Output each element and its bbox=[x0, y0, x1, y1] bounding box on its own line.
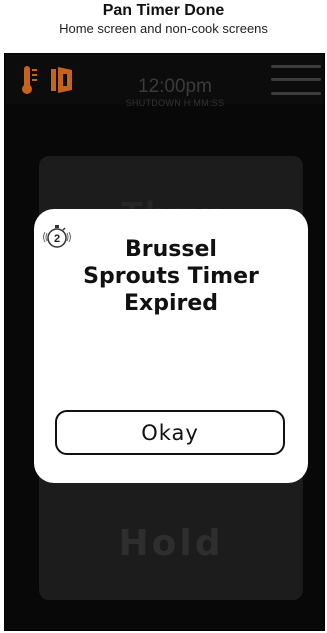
door-icon[interactable] bbox=[51, 65, 77, 95]
caption-subtitle: Home screen and non-cook screens bbox=[59, 21, 268, 36]
caption-title: Pan Timer Done bbox=[102, 2, 225, 19]
message-line-3: Expired bbox=[123, 291, 219, 316]
clock-time: 12:00pm bbox=[138, 76, 212, 97]
hold-button-label: Hold bbox=[118, 523, 224, 564]
thermometer-icon[interactable] bbox=[21, 65, 45, 95]
status-bar: 12:00pm SHUTDOWN H:MM:SS bbox=[5, 54, 324, 108]
okay-button[interactable]: Okay bbox=[55, 410, 285, 455]
message-line-1: Brussel bbox=[125, 237, 217, 262]
timer-number: 2 bbox=[54, 233, 60, 245]
stopwatch-icon: 2 bbox=[43, 225, 71, 248]
shutdown-timer: SHUTDOWN H:MM:SS bbox=[125, 98, 225, 108]
message-line-2: Sprouts Timer bbox=[83, 264, 259, 289]
dialog-message: Brussel Sprouts Timer Expired bbox=[70, 236, 272, 317]
menu-icon[interactable] bbox=[271, 65, 321, 95]
